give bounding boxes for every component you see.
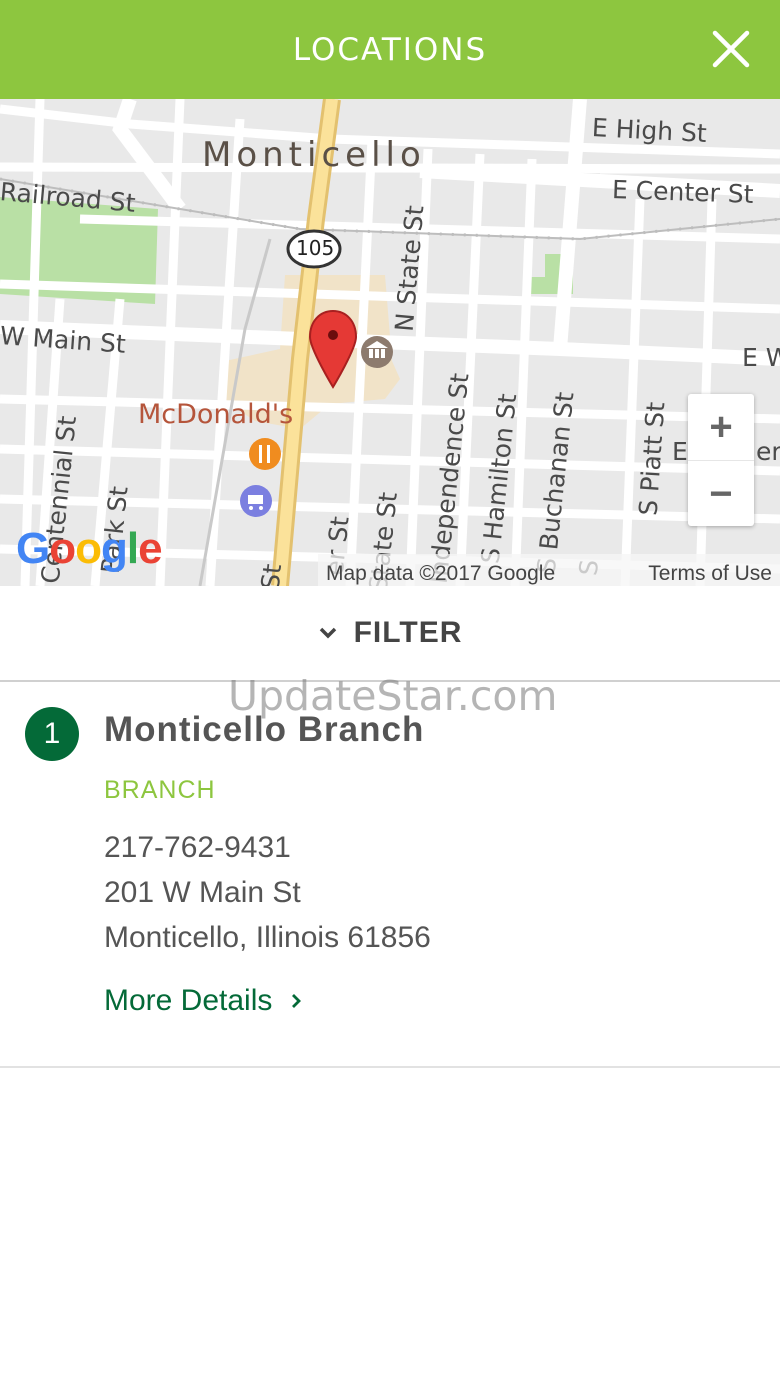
google-logo: Google	[16, 524, 163, 573]
result-number-badge: 1	[25, 707, 79, 761]
chevron-down-icon	[319, 627, 336, 639]
filter-label: FILTER	[353, 616, 463, 649]
map-data-text: Map data ©2017 Google	[326, 562, 556, 585]
map-view[interactable]: Monticello E High St E Center St Railroa…	[0, 99, 780, 586]
map-poi-label[interactable]: McDonald's	[138, 399, 293, 430]
zoom-controls: + −	[688, 394, 754, 526]
zoom-in-button[interactable]: +	[688, 394, 754, 460]
map-street-label: E High St	[591, 113, 708, 148]
filter-toggle[interactable]: FILTER	[0, 586, 780, 682]
location-street: 201 W Main St	[104, 876, 301, 909]
map-attribution: Map data ©2017 Google Terms of Use	[318, 554, 780, 586]
map-street-label: E Center St	[611, 175, 754, 209]
zoom-out-button[interactable]: −	[688, 460, 754, 527]
route-shield-label: 105	[296, 236, 335, 260]
chevron-right-icon	[292, 994, 302, 1008]
map-street-label: E W	[742, 343, 780, 372]
header-bar: LOCATIONS	[0, 0, 780, 99]
location-type: BRANCH	[104, 776, 216, 804]
map-street-label: St	[255, 562, 288, 586]
location-phone[interactable]: 217-762-9431	[104, 831, 291, 865]
location-city: Monticello, Illinois 61856	[104, 921, 431, 954]
close-icon[interactable]	[712, 30, 750, 68]
terms-of-use-link[interactable]: Terms of Use	[640, 562, 780, 586]
location-result: 1 Monticello Branch BRANCH 217-762-9431 …	[0, 682, 780, 1068]
page-title: LOCATIONS	[292, 31, 488, 68]
more-details-label: More Details	[104, 984, 273, 1017]
more-details-link[interactable]: More Details	[104, 984, 302, 1018]
watermark-text: UpdateStar.com	[228, 672, 558, 720]
map-city-label: Monticello	[202, 135, 426, 175]
map-street-label: er	[756, 437, 780, 466]
map-street-label: E	[672, 437, 688, 466]
